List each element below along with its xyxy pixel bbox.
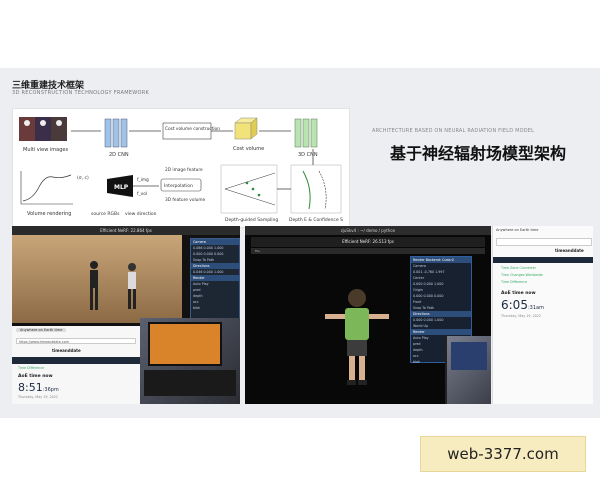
label-cost-volume: Cost volume (233, 146, 264, 152)
left-nerf-render (12, 235, 182, 323)
volume-rendering-plot (20, 171, 73, 205)
clock-date: Thursday, May 19, 2022 (501, 314, 541, 318)
heading-cn: 基于神经辐射场模型架构 (390, 144, 567, 163)
browser-url-bar[interactable]: https://www.timeanddate.com (16, 338, 136, 344)
site-logo[interactable]: timeanddate (52, 348, 81, 353)
clock-seconds: :36 (42, 387, 51, 393)
time-zone-converter-link[interactable]: Time Zone Converter (501, 266, 536, 270)
people-figures (90, 261, 136, 310)
watermark: web-3377.com (420, 436, 586, 472)
site-menu-bar[interactable] (12, 357, 142, 364)
label-3d-cnn: 3D CNN (298, 152, 318, 158)
cost-volume-cube (234, 117, 258, 140)
label-2d-feature: 2D image feature (165, 167, 203, 173)
label-depth-confidence: Depth E & Confidence S (289, 217, 343, 223)
clock-time: 6:05 (501, 298, 528, 312)
label-multi-view: Multi view images (23, 147, 68, 153)
cnn-2d-block (104, 118, 128, 148)
label-f-vol: f_vol (137, 191, 147, 197)
time-difference-link[interactable]: Time Difference (501, 280, 527, 284)
label-f-img: f_img (137, 177, 149, 183)
aoe-clock: 8:51:36pm (18, 381, 59, 394)
time-difference-link[interactable]: Time Difference (18, 366, 44, 370)
laptop-inset-screen (451, 342, 487, 370)
laptop-keyboard (144, 370, 236, 396)
clock-ampm: am (536, 305, 544, 311)
label-depth-sampling: Depth-guided Sampling (225, 217, 278, 223)
clock-seconds: :31 (527, 305, 536, 311)
left-demo-video: Efficient NeRF: 22.864 fps Camera 0.086 … (12, 226, 240, 404)
nerf-person-render (325, 289, 389, 385)
browser-tab[interactable]: Anywhere on Earth time (16, 328, 67, 332)
cnn-3d-block (294, 118, 318, 148)
left-window-title: Efficient NeRF: 22.864 fps (12, 226, 240, 235)
clock-date: Thursday, May 19, 2022 (18, 395, 58, 399)
diagram-svg: Multi view images 2D CNN Cost volume con… (19, 117, 343, 223)
clock-ampm: pm (50, 387, 59, 393)
terminal-topbar: zjuSkv4 : ~/ demo / python (245, 226, 491, 235)
aoe-clock: 6:05:31am (501, 298, 544, 312)
label-interpolation: Interpolation (164, 183, 193, 189)
site-logo[interactable]: timeanddate (555, 248, 584, 253)
clock-time: 8:51 (18, 381, 43, 394)
label-mlp: MLP (114, 184, 129, 191)
depth-sampling-graphic (220, 164, 278, 214)
render-mode-option[interactable]: blah (191, 305, 239, 311)
label-source-rgbs: source RGBs (91, 211, 120, 217)
aoe-label: AoE time now (501, 291, 536, 296)
depth-confidence-graphic (290, 164, 342, 214)
label-sigma-c: (σ, c) (77, 175, 89, 181)
slide: 三维重建技术框架 3D RECONSTRUCTION TECHNOLOGY FR… (0, 68, 600, 418)
browser-tab[interactable]: Anywhere on Earth time (496, 228, 538, 232)
left-render-panel: Camera 0.086 0.000 1.000 0.000 0.000 0.0… (190, 238, 240, 328)
label-3d-feature: 3D feature volume (165, 197, 206, 203)
site-menu-bar[interactable] (493, 257, 593, 263)
time-changes-link[interactable]: Time Changes Worldwide (501, 273, 543, 277)
label-view-direction: view direction (125, 211, 157, 217)
label-2d-cnn: 2D CNN (109, 152, 129, 158)
aoe-label: AoE time now (18, 374, 53, 379)
label-volume-rendering: Volume rendering (27, 211, 71, 217)
laptop-photo (140, 318, 240, 404)
architecture-diagram: Multi view images 2D CNN Cost volume con… (12, 108, 350, 228)
file-menu[interactable]: File (251, 248, 485, 254)
browser-url-bar[interactable] (496, 238, 592, 246)
right-browser: Anywhere on Earth time timeanddate Time … (492, 226, 593, 404)
right-window-title: Efficient NeRF: 26.513 fps (251, 237, 485, 247)
laptop-inset-photo (445, 336, 491, 404)
laptop-screen (148, 322, 222, 366)
slide-subtitle: 3D RECONSTRUCTION TECHNOLOGY FRAMEWORK (12, 90, 150, 96)
heading-en: ARCHITECTURE BASED ON NEURAL RADIATION F… (372, 128, 535, 134)
left-browser: Anywhere on Earth time https://www.timea… (12, 326, 142, 404)
multi-view-images (19, 117, 67, 141)
right-demo-video: zjuSkv4 : ~/ demo / python Efficient NeR… (245, 226, 491, 404)
